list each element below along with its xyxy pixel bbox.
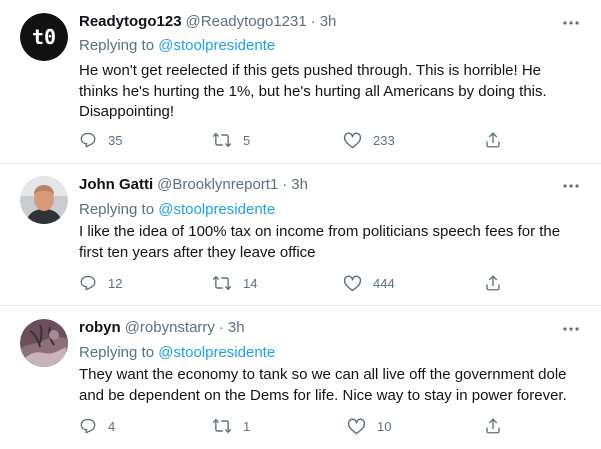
retweet-button[interactable]: 5 [212, 130, 250, 150]
like-count: 10 [377, 418, 392, 434]
retweet-icon [212, 417, 232, 435]
tweet-text: I like the idea of 100% tax on income fr… [79, 222, 579, 263]
like-count: 233 [373, 132, 395, 148]
reply-count: 12 [108, 275, 123, 291]
like-count: 444 [373, 275, 395, 291]
display-name[interactable]: robyn [79, 319, 121, 336]
tweet-3[interactable]: robyn @robynstarry · 3h Replying to @stoolp… [0, 306, 601, 449]
tweet-text-line: I like the idea of 100% tax on income fr… [79, 223, 561, 240]
replying-prefix: Replying to [79, 344, 155, 361]
display-name[interactable]: Readytogo123 [79, 13, 182, 30]
tweet-2[interactable]: John Gatti @Brooklynreport1 · 3h Replying t… [0, 164, 601, 305]
tweet-text-line: first ten years after they leave office [79, 243, 316, 261]
tweet-text: They want the economy to tank so we can … [79, 365, 579, 406]
avatar[interactable] [20, 319, 68, 367]
replying-to: Replying to @stoolpresidente [79, 343, 275, 363]
mention-link[interactable]: @stoolpresidente [158, 344, 275, 361]
tweet-text: He won't get reelected if this gets push… [79, 61, 579, 123]
mention-link[interactable]: @stoolpresidente [158, 37, 275, 54]
tweet-text-line: and be dependent on the Dems for life. N… [79, 386, 567, 404]
tweet-header: Readytogo123 @Readytogo1231 · 3h [79, 12, 336, 32]
retweet-button[interactable]: 14 [212, 273, 257, 293]
user-handle[interactable]: @Readytogo1231 [186, 13, 307, 30]
avatar[interactable]: t0 [20, 13, 68, 61]
timestamp[interactable]: 3h [320, 13, 337, 30]
retweet-icon [212, 131, 232, 149]
timestamp[interactable]: 3h [228, 319, 245, 336]
reply-count: 35 [108, 132, 123, 148]
share-button[interactable] [484, 416, 502, 436]
more-icon[interactable] [561, 178, 581, 194]
like-icon [343, 274, 362, 292]
separator-dot: · [282, 176, 288, 193]
retweet-button[interactable]: 1 [212, 416, 250, 436]
separator-dot: · [218, 319, 224, 336]
reply-icon [79, 131, 97, 149]
like-icon [347, 417, 366, 435]
like-button[interactable]: 233 [343, 130, 395, 150]
retweet-count: 1 [243, 418, 251, 434]
share-button[interactable] [484, 130, 502, 150]
user-handle[interactable]: @Brooklynreport1 [157, 176, 278, 193]
tweet-text-line: Disappointing! [79, 103, 175, 120]
reply-icon [79, 417, 97, 435]
reply-icon [79, 274, 97, 292]
mention-link[interactable]: @stoolpresidente [158, 201, 275, 218]
tweet-text-line: They want the economy to tank so we can … [79, 366, 567, 383]
tweet-text-line: thinks he's hurting the 1%, but he's hur… [79, 82, 547, 100]
avatar[interactable] [20, 176, 68, 224]
reply-button[interactable]: 12 [79, 273, 122, 293]
replying-to: Replying to @stoolpresidente [79, 36, 275, 56]
like-button[interactable]: 10 [347, 416, 391, 436]
reply-button[interactable]: 4 [79, 416, 115, 436]
like-button[interactable]: 444 [343, 273, 395, 293]
share-icon [484, 274, 502, 292]
avatar-logo-text: t0 [32, 25, 56, 49]
more-icon[interactable] [561, 15, 581, 31]
share-button[interactable] [484, 273, 502, 293]
reply-button[interactable]: 35 [79, 130, 122, 150]
share-icon [484, 131, 502, 149]
retweet-count: 5 [243, 132, 251, 148]
reply-count: 4 [108, 418, 116, 434]
display-name[interactable]: John Gatti [79, 176, 153, 193]
tweet-text-line: He won't get reelected if this gets push… [79, 62, 542, 79]
replying-prefix: Replying to [79, 201, 155, 218]
more-icon[interactable] [561, 321, 581, 337]
tweet-header: John Gatti @Brooklynreport1 · 3h [79, 175, 308, 195]
replying-to: Replying to @stoolpresidente [79, 200, 275, 220]
timestamp[interactable]: 3h [291, 176, 308, 193]
retweet-count: 14 [243, 275, 258, 291]
like-icon [343, 131, 362, 149]
user-handle[interactable]: @robynstarry [125, 319, 215, 336]
retweet-icon [212, 274, 232, 292]
replying-prefix: Replying to [79, 37, 155, 54]
tweet-header: robyn @robynstarry · 3h [79, 318, 245, 338]
tweet-1[interactable]: t0 Readytogo123 @Readytogo1231 · 3h Replyin… [0, 0, 601, 163]
share-icon [484, 417, 502, 435]
separator-dot: · [310, 13, 316, 30]
